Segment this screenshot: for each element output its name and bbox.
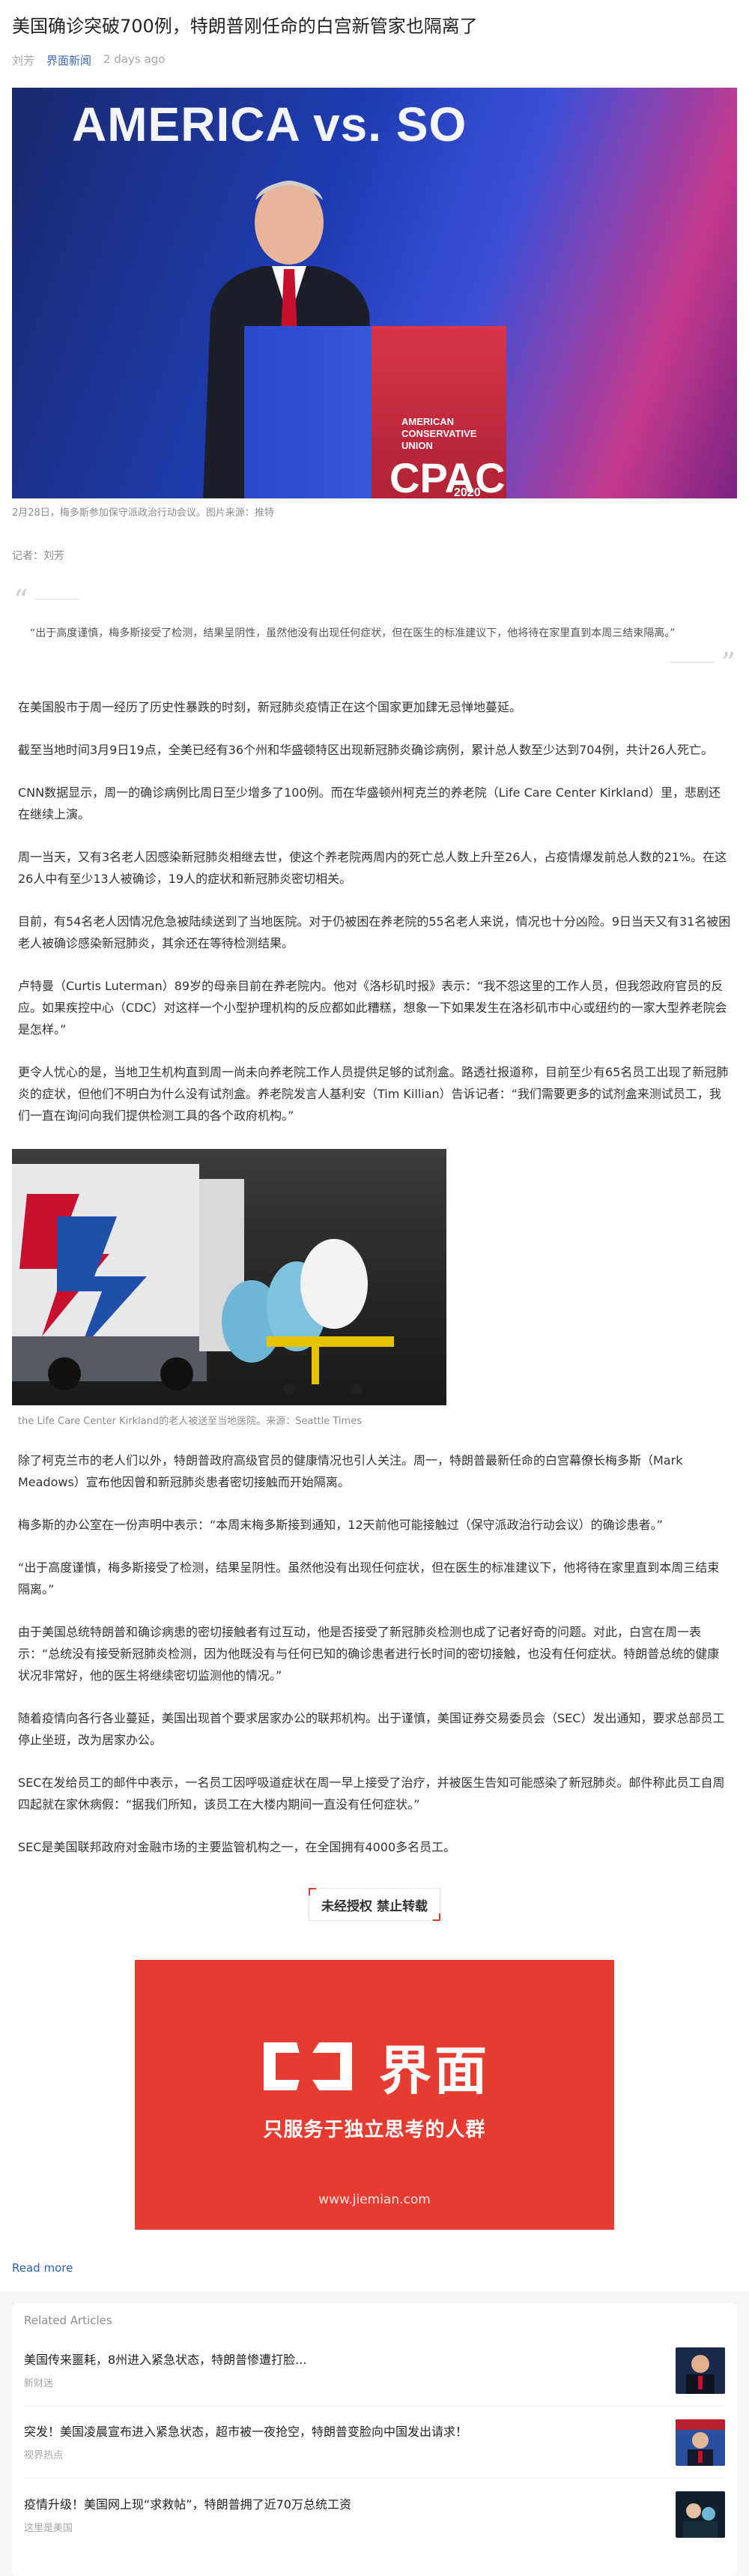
notice-text: 未经授权 禁止转载: [321, 1898, 428, 1914]
ad-brand: 界面: [379, 2040, 490, 2102]
ambulance-scene: [12, 1164, 394, 1395]
source-link[interactable]: 界面新闻: [46, 52, 91, 68]
related-thumbnail[interactable]: [676, 2491, 725, 2538]
related-source: 这里是美国: [24, 2522, 73, 2534]
paragraph: CNN数据显示，周一的确诊病例比周日至少增多了100例。而在华盛顿州柯克兰的养老…: [18, 785, 721, 821]
paragraph: SEC在发给员工的邮件中表示，一名员工因呼吸道症状在周一早上接受了治疗，并被医生…: [18, 1776, 725, 1812]
article-page: 美国确诊突破700例，特朗普刚任命的白宫新管家也隔离了 刘芳 界面新闻 2 da…: [0, 0, 749, 2576]
ambulance-caption: the Life Care Center Kirkland的老人被送至当地医院。…: [18, 1416, 362, 1427]
related-thumbnail[interactable]: [676, 2419, 725, 2466]
notice-corner-bottom-right: [433, 1913, 440, 1921]
paragraph: 目前，有54名老人因情况危急被陆续送到了当地医院。对于仍被困在养老院的55名老人…: [18, 914, 731, 950]
hero-caption: 2月28日，梅多斯参加保守派政治行动会议。图片来源：推特: [12, 507, 274, 519]
podium-year-text: 2020: [454, 486, 481, 498]
related-headline[interactable]: 突发！美国凌晨宣布进入紧急状态，超市被一夜抢空，特朗普变脸向中国发出请求！: [24, 2423, 661, 2441]
notice-corner-top-left: [309, 1888, 316, 1895]
ad-url: www.jiemian.com: [318, 2192, 431, 2207]
article-meta: 刘芳 界面新闻 2 days ago: [12, 52, 737, 68]
author-name: 刘芳: [12, 54, 35, 67]
paragraph: 除了柯克兰市的老人们以外，特朗普政府高级官员的健康情况也引人关注。周一，特朗普最…: [18, 1453, 683, 1489]
publish-time: 2 days ago: [103, 52, 166, 66]
paragraph: 截至当地时间3月9日19点，全美已经有36个州和华盛顿特区出现新冠肺炎确诊病例，…: [18, 743, 713, 757]
pull-quote: “ “出于高度谨慎，梅多斯接受了检测，结果呈阴性，虽然他没有出现任何症状，但在医…: [12, 584, 737, 680]
paragraph: 卢特曼（Curtis Luterman）89岁的母亲目前在养老院内。他对《洛杉矶…: [18, 979, 727, 1037]
related-item[interactable]: 疫情升级！美国网上现“求救帖”，特朗普拥了近70万总统工资 这里是美国: [24, 2479, 725, 2551]
related-headline[interactable]: 疫情升级！美国网上现“求救帖”，特朗普拥了近70万总统工资: [24, 2496, 661, 2514]
copyright-notice: 未经授权 禁止转载: [309, 1888, 440, 1921]
paragraph: SEC是美国联邦政府对金融市场的主要监管机构之一，在全国拥有4000多名员工。: [18, 1840, 456, 1854]
hero-photo: AMERICA vs. SO AMERICAN CONSERVATIVE UNI…: [12, 88, 737, 498]
read-more-link[interactable]: Read more: [12, 2261, 737, 2275]
related-item[interactable]: 突发！美国凌晨宣布进入紧急状态，超市被一夜抢空，特朗普变脸向中国发出请求！ 视界…: [24, 2407, 725, 2479]
paragraph: 周一当天，又有3名老人因感染新冠肺炎相继去世，使这个养老院两周内的死亡总人数上升…: [18, 850, 727, 886]
cpac-podium-logo: AMERICAN CONSERVATIVE UNION CPAC 2020: [372, 326, 506, 498]
podium-small-text: AMERICAN CONSERVATIVE UNION: [401, 416, 477, 451]
hero-banner-text: AMERICA vs. SO: [72, 97, 467, 151]
related-source: 新财迷: [24, 2378, 54, 2389]
related-source: 视界热点: [24, 2450, 64, 2461]
ad-slogan: 只服务于独立思考的人群: [263, 2119, 486, 2141]
related-headline[interactable]: 美国传来噩耗，8州进入紧急状态，特朗普惨遭打脸...: [24, 2351, 661, 2369]
byline: 记者：刘芳: [12, 550, 64, 562]
related-thumbnail[interactable]: [676, 2347, 725, 2394]
paragraph: “出于高度谨慎，梅多斯接受了检测，结果呈阴性。虽然他没有出现任何症状，但在医生的…: [18, 1560, 720, 1596]
related-text: 突发！美国凌晨宣布进入紧急状态，超市被一夜抢空，特朗普变脸向中国发出请求！ 视界…: [24, 2423, 676, 2461]
ambulance-photo: [12, 1149, 446, 1405]
paragraph: 梅多斯的办公室在一份声明中表示：“本周末梅多斯接到通知，12天前他可能接触过（保…: [18, 1518, 663, 1532]
quote-open-icon: “: [13, 584, 28, 617]
paragraph: 在美国股市于周一经历了历史性暴跌的时刻，新冠肺炎疫情正在这个国家更加肆无忌惮地蔓…: [18, 700, 522, 714]
related-text: 美国传来噩耗，8州进入紧急状态，特朗普惨遭打脸... 新财迷: [24, 2351, 676, 2389]
related-section: Related Articles 美国传来噩耗，8州进入紧急状态，特朗普惨遭打脸…: [0, 2291, 749, 2576]
jiemian-logo-icon: [264, 2042, 352, 2090]
related-item[interactable]: 美国传来噩耗，8州进入紧急状态，特朗普惨遭打脸... 新财迷: [24, 2335, 725, 2407]
related-text: 疫情升级！美国网上现“求救帖”，特朗普拥了近70万总统工资 这里是美国: [24, 2496, 676, 2534]
article-title: 美国确诊突破700例，特朗普刚任命的白宫新管家也隔离了: [12, 16, 478, 37]
related-card: Related Articles 美国传来噩耗，8州进入紧急状态，特朗普惨遭打脸…: [12, 2303, 737, 2576]
quote-text: “出于高度谨慎，梅多斯接受了检测，结果呈阴性，虽然他没有出现任何症状，但在医生的…: [30, 627, 676, 639]
jiemian-ad-banner[interactable]: 界面 只服务于独立思考的人群 www.jiemian.com: [135, 1960, 614, 2230]
quote-divider-bottom: [670, 662, 715, 663]
related-title: Related Articles: [24, 2314, 112, 2327]
quote-close-icon: ”: [721, 647, 736, 680]
podium-big-text: CPAC: [389, 454, 506, 498]
paragraph: 更令人忧心的是，当地卫生机构直到周一尚未向养老院工作人员提供足够的试剂盒。路透社…: [18, 1065, 729, 1123]
paragraph: 由于美国总统特朗普和确诊病患的密切接触者有过互动，他是否接受了新冠肺炎检测也成了…: [18, 1625, 720, 1683]
paragraph: 随着疫情向各行各业蔓延，美国出现首个要求居家办公的联邦机构。出于谨慎，美国证券交…: [18, 1711, 725, 1747]
quote-divider-top: [34, 599, 79, 600]
